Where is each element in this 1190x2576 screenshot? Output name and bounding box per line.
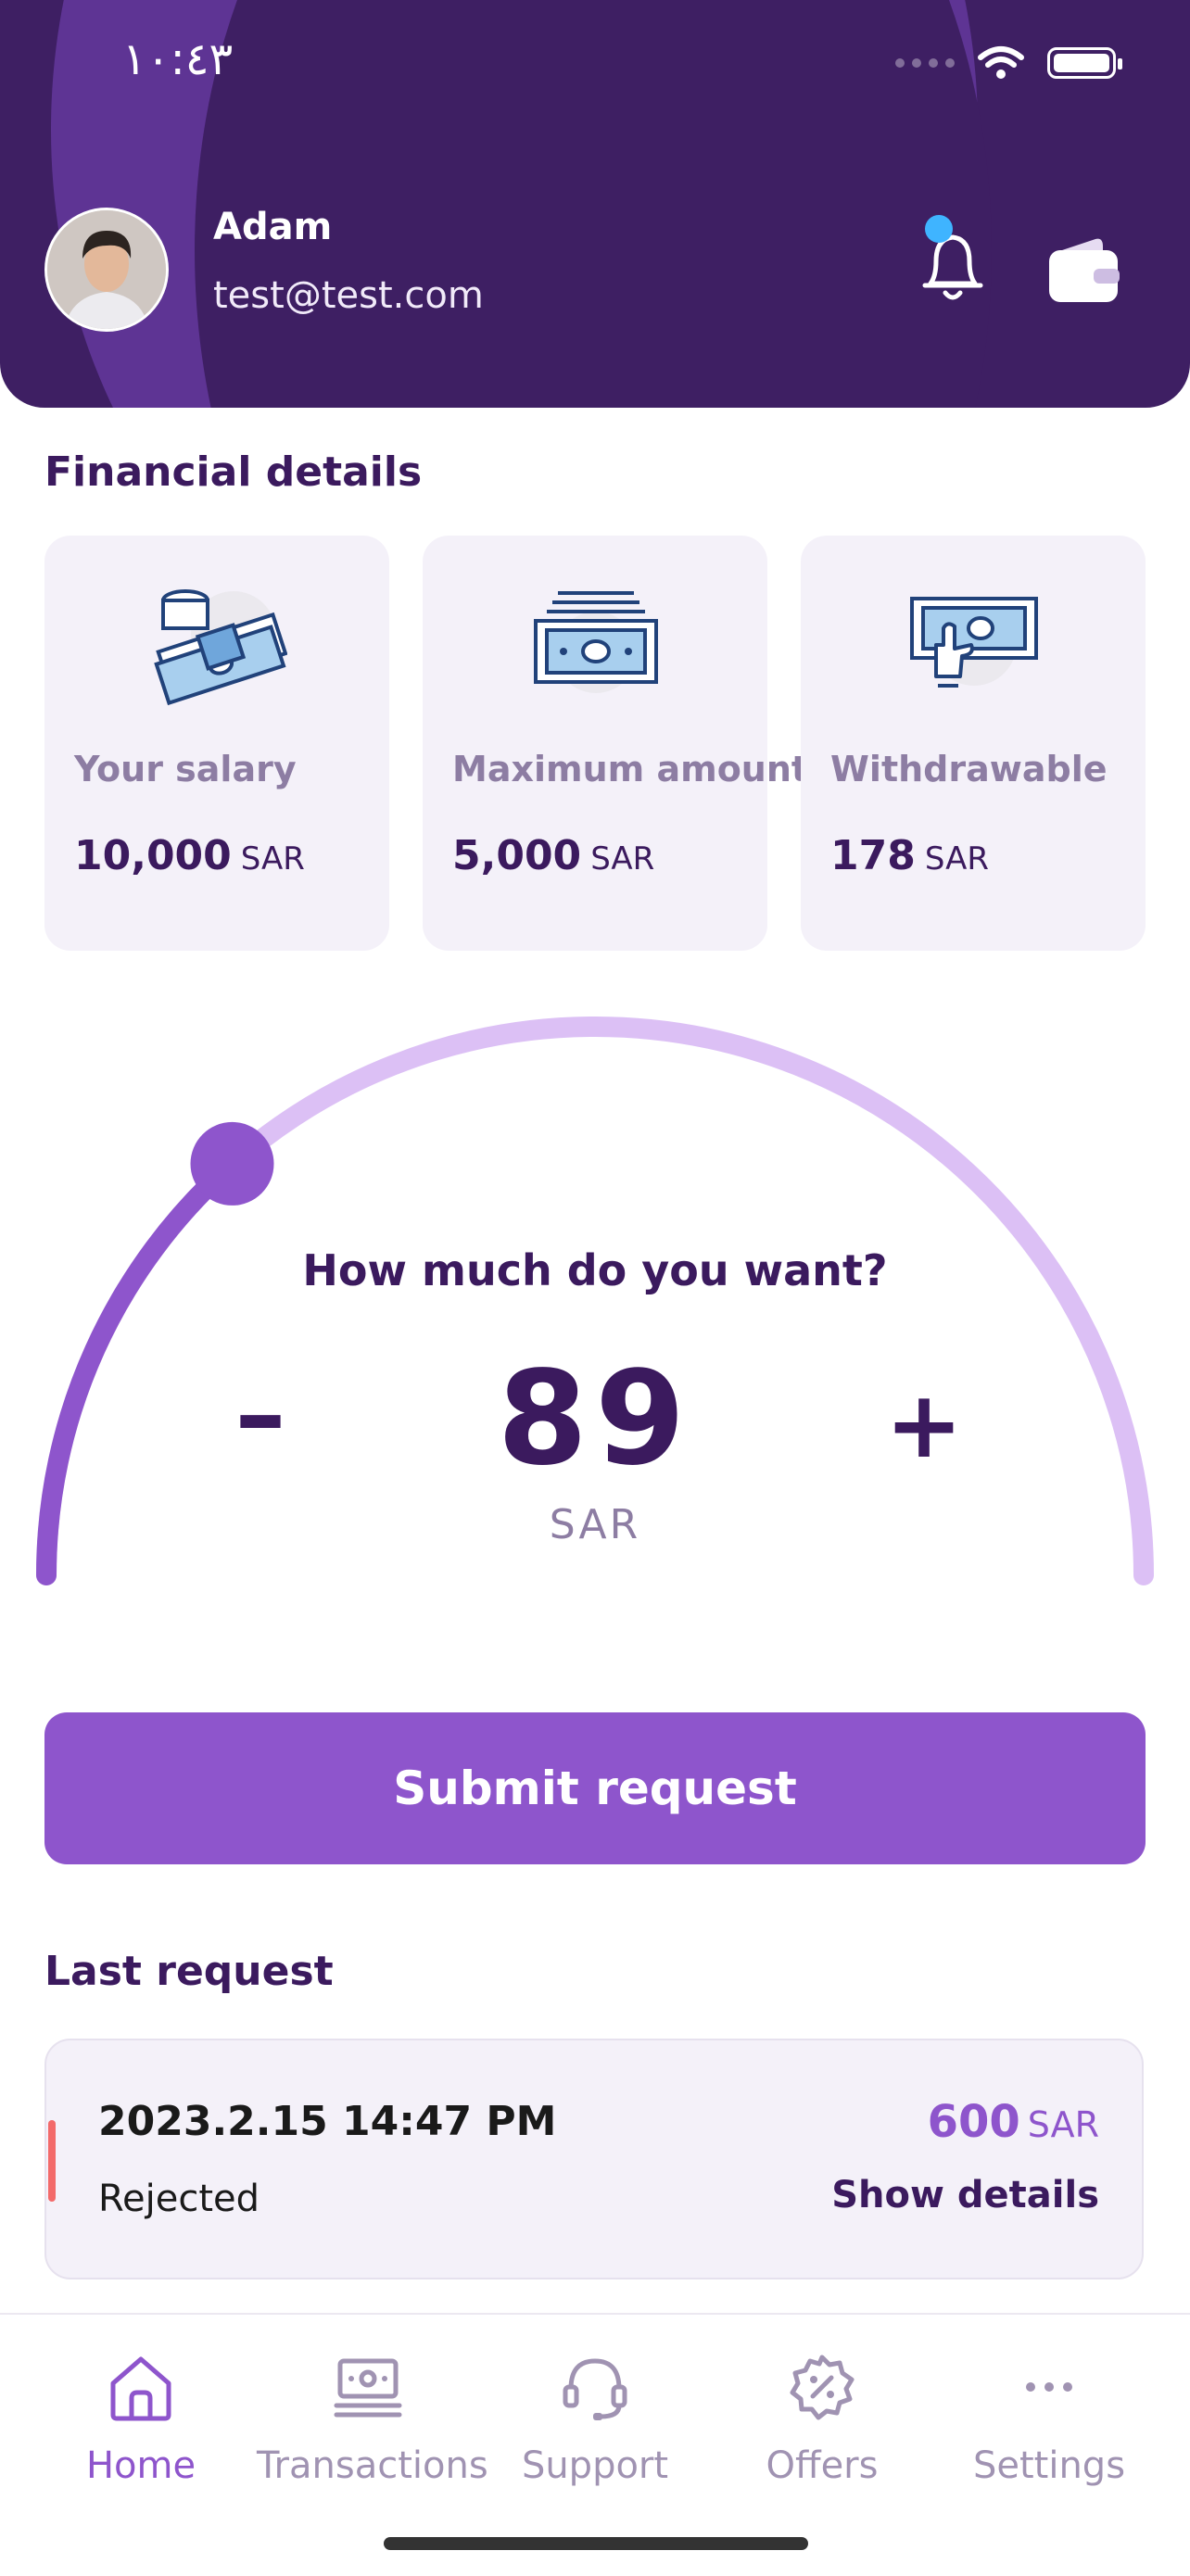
battery-icon	[1047, 47, 1122, 79]
tab-support[interactable]: Support	[484, 2352, 706, 2487]
tab-settings[interactable]: Settings	[938, 2352, 1160, 2487]
tab-offers[interactable]: Offers	[711, 2352, 933, 2487]
slider-handle[interactable]	[190, 1121, 274, 1206]
status-indicators	[895, 44, 1122, 82]
request-datetime: 2023.2.15 14:47 PM	[98, 2098, 557, 2145]
card-label: Withdrawable	[830, 749, 1108, 789]
headset-icon	[563, 2358, 627, 2420]
avatar[interactable]	[44, 208, 169, 332]
banknote-stack-icon	[534, 591, 658, 693]
requested-amount: 89	[497, 1344, 693, 1495]
notification-badge	[925, 215, 953, 243]
wifi-icon	[978, 46, 1024, 79]
tab-label: Settings	[972, 2444, 1126, 2487]
discount-badge-icon	[790, 2355, 855, 2420]
status-indicator-bar	[48, 2120, 56, 2202]
card-label: Your salary	[74, 749, 297, 789]
home-indicator	[384, 2537, 808, 2550]
transactions-icon	[334, 2358, 402, 2418]
withdrawable-card: Withdrawable 178 SAR	[801, 536, 1146, 951]
maximum-amount-card: Maximum amount 5,000 SAR	[423, 536, 808, 951]
status-time: ١٠:٤٣	[122, 33, 234, 85]
tab-home[interactable]: Home	[30, 2352, 252, 2487]
tab-label: Support	[521, 2444, 669, 2487]
tab-transactions[interactable]: Transactions	[257, 2352, 488, 2487]
card-amount: 5,000 SAR	[452, 832, 655, 879]
card-label: Maximum amount	[452, 749, 809, 789]
last-request-title: Last request	[44, 1948, 334, 1995]
tab-label: Home	[85, 2444, 196, 2487]
amount-question: How much do you want?	[302, 1245, 888, 1295]
show-details-link[interactable]: Show details	[831, 2174, 1099, 2216]
user-email: test@test.com	[213, 274, 484, 317]
tab-label: Transactions	[257, 2444, 488, 2487]
wallet-icon[interactable]	[1047, 235, 1120, 304]
signal-icon	[895, 58, 955, 68]
tab-label: Offers	[766, 2444, 879, 2487]
header-decoration-inner	[195, 0, 992, 408]
decrease-button[interactable]: –	[209, 1363, 311, 1465]
hand-cash-icon	[910, 597, 1038, 688]
request-status: Rejected	[98, 2178, 260, 2220]
increase-button[interactable]: +	[873, 1379, 975, 1471]
card-amount: 178 SAR	[830, 832, 989, 879]
money-stack-icon	[154, 589, 287, 706]
salary-card: Your salary 10,000 SAR	[44, 536, 389, 951]
user-name: Adam	[213, 206, 333, 248]
more-icon	[1026, 2382, 1072, 2392]
card-amount: 10,000 SAR	[74, 832, 305, 879]
financial-details-title: Financial details	[44, 448, 423, 496]
submit-request-button[interactable]: Submit request	[44, 1712, 1146, 1864]
home-icon	[110, 2356, 171, 2421]
request-amount: 600 SAR	[927, 2096, 1099, 2148]
amount-unit: SAR	[549, 1501, 641, 1548]
last-request-card[interactable]	[44, 2039, 1144, 2279]
